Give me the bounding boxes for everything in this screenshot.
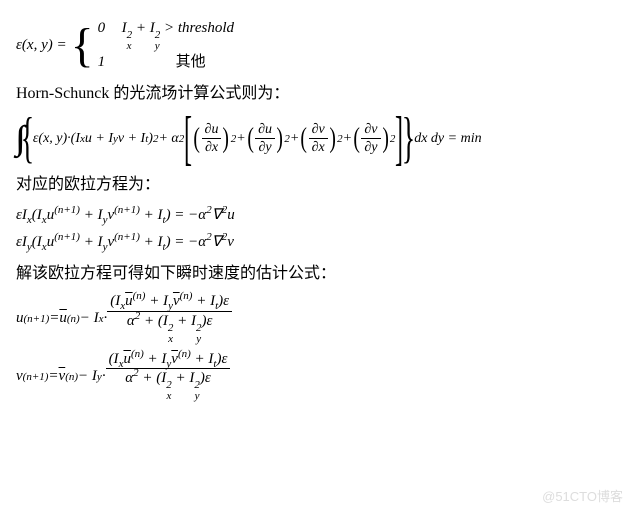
equation-epsilon-definition: ε(x, y) = { 0 I2x + I2y > threshold 1 其他 (16, 18, 617, 73)
eq1-cases: 0 I2x + I2y > threshold 1 其他 (98, 18, 234, 73)
paragraph-3: 解该欧拉方程可得如下瞬时速度的估计公式： (16, 263, 617, 285)
term-dvdy: (∂v∂y) (352, 122, 390, 156)
left-brace-icon: { (71, 24, 94, 67)
eq1-lhs: ε(x, y) = (16, 35, 67, 56)
left-bracket-icon: [ (184, 113, 192, 164)
equation-euler-v: εIy(Ixu(n+1) + Iyv(n+1) + It) = −α2∇2v (16, 232, 617, 253)
term-dudx: (∂u∂x) (192, 122, 231, 156)
eq1-case2-value: 1 (98, 52, 122, 73)
left-curly-brace-icon: { (21, 115, 34, 163)
right-curly-brace-icon: } (402, 115, 415, 163)
equation-v-update: v(n+1) = v(n) − Iy · (Ixu(n) + Iyv(n) + … (16, 351, 617, 403)
eq1-case1-value: 0 (98, 18, 122, 39)
paragraph-1: Horn-Schunck 的光流场计算公式则为： (16, 83, 617, 105)
eq5-fraction: (Ixu(n) + Iyv(n) + It)ε α2 + (I2x + I2y)… (107, 293, 232, 345)
equation-euler-u: εIx(Ixu(n+1) + Iyv(n+1) + It) = −α2∇2u (16, 205, 617, 226)
eq1-case2-cond: 其他 (122, 52, 206, 73)
eq6-fraction: (Ixu(n) + Iyv(n) + It)ε α2 + (I2x + I2y)… (106, 351, 231, 403)
equation-integral: ∫∫ { ε(x, y)·(Ixu + Iyv + It)2 + α2 [ (∂… (16, 113, 617, 164)
term-dvdx: (∂v∂x) (299, 122, 337, 156)
equation-u-update: u(n+1) = u(n) − Ix · (Ixu(n) + Iyv(n) + … (16, 293, 617, 345)
term-dudy: (∂u∂y) (246, 122, 285, 156)
eq1-case1-cond: I2x + I2y > threshold (122, 18, 234, 52)
paragraph-2: 对应的欧拉方程为： (16, 174, 617, 196)
watermark: @51CTO博客 (542, 488, 623, 506)
